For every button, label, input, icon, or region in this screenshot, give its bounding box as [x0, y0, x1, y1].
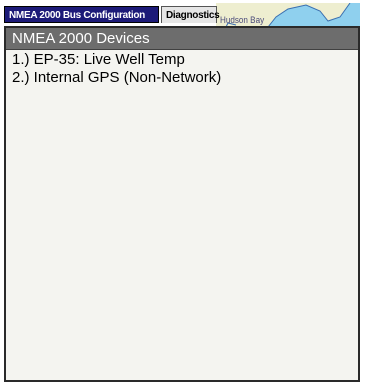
- screen: Hudson Bay NMEA 2000 Bus Configuration D…: [0, 0, 388, 387]
- tab-diagnostics[interactable]: Diagnostics: [161, 6, 220, 23]
- list-item-device-2[interactable]: 2.) Internal GPS (Non-Network): [6, 69, 358, 87]
- device-list: 1.) EP-35: Live Well Temp 2.) Internal G…: [6, 50, 358, 87]
- map-place-label: Hudson Bay: [220, 15, 265, 25]
- tab-nmea-2000-bus-configuration[interactable]: NMEA 2000 Bus Configuration: [4, 6, 159, 23]
- background-map: Hudson Bay: [216, 3, 360, 27]
- devices-panel: NMEA 2000 Devices 1.) EP-35: Live Well T…: [4, 26, 360, 382]
- panel-title: NMEA 2000 Devices: [6, 28, 358, 50]
- list-item-device-1[interactable]: 1.) EP-35: Live Well Temp: [6, 51, 358, 69]
